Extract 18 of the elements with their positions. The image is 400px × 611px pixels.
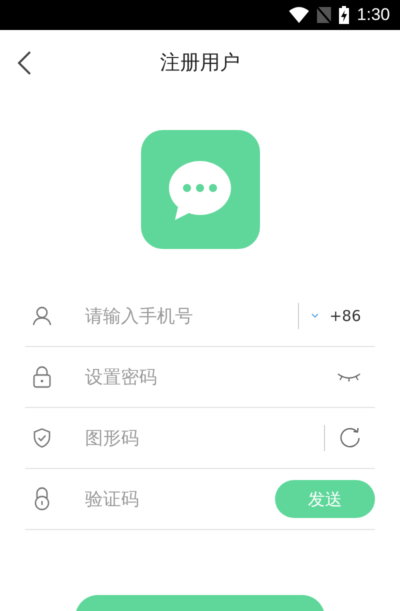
- country-code[interactable]: +86: [329, 307, 361, 325]
- wifi-icon: [288, 7, 309, 23]
- code-input-field[interactable]: 验证码: [83, 488, 275, 510]
- shield-check-icon: [33, 428, 51, 448]
- user-icon: [32, 306, 52, 326]
- captcha-input-field[interactable]: 图形码: [83, 426, 324, 450]
- padlock-icon: [34, 487, 50, 511]
- closed-eye-icon[interactable]: [337, 372, 361, 382]
- no-signal-icon: [316, 7, 331, 23]
- status-time: 1:30: [356, 5, 390, 25]
- password-input-field[interactable]: 设置密码: [83, 366, 337, 388]
- refresh-icon[interactable]: [339, 427, 361, 449]
- chat-logo-icon: [140, 130, 260, 249]
- battery-charging-icon: [338, 6, 349, 24]
- dropdown-caret-icon[interactable]: [311, 313, 320, 319]
- lock-icon: [33, 366, 51, 388]
- phone-input-field[interactable]: 请输入手机号: [83, 304, 298, 328]
- page-title: 注册用户: [160, 48, 240, 76]
